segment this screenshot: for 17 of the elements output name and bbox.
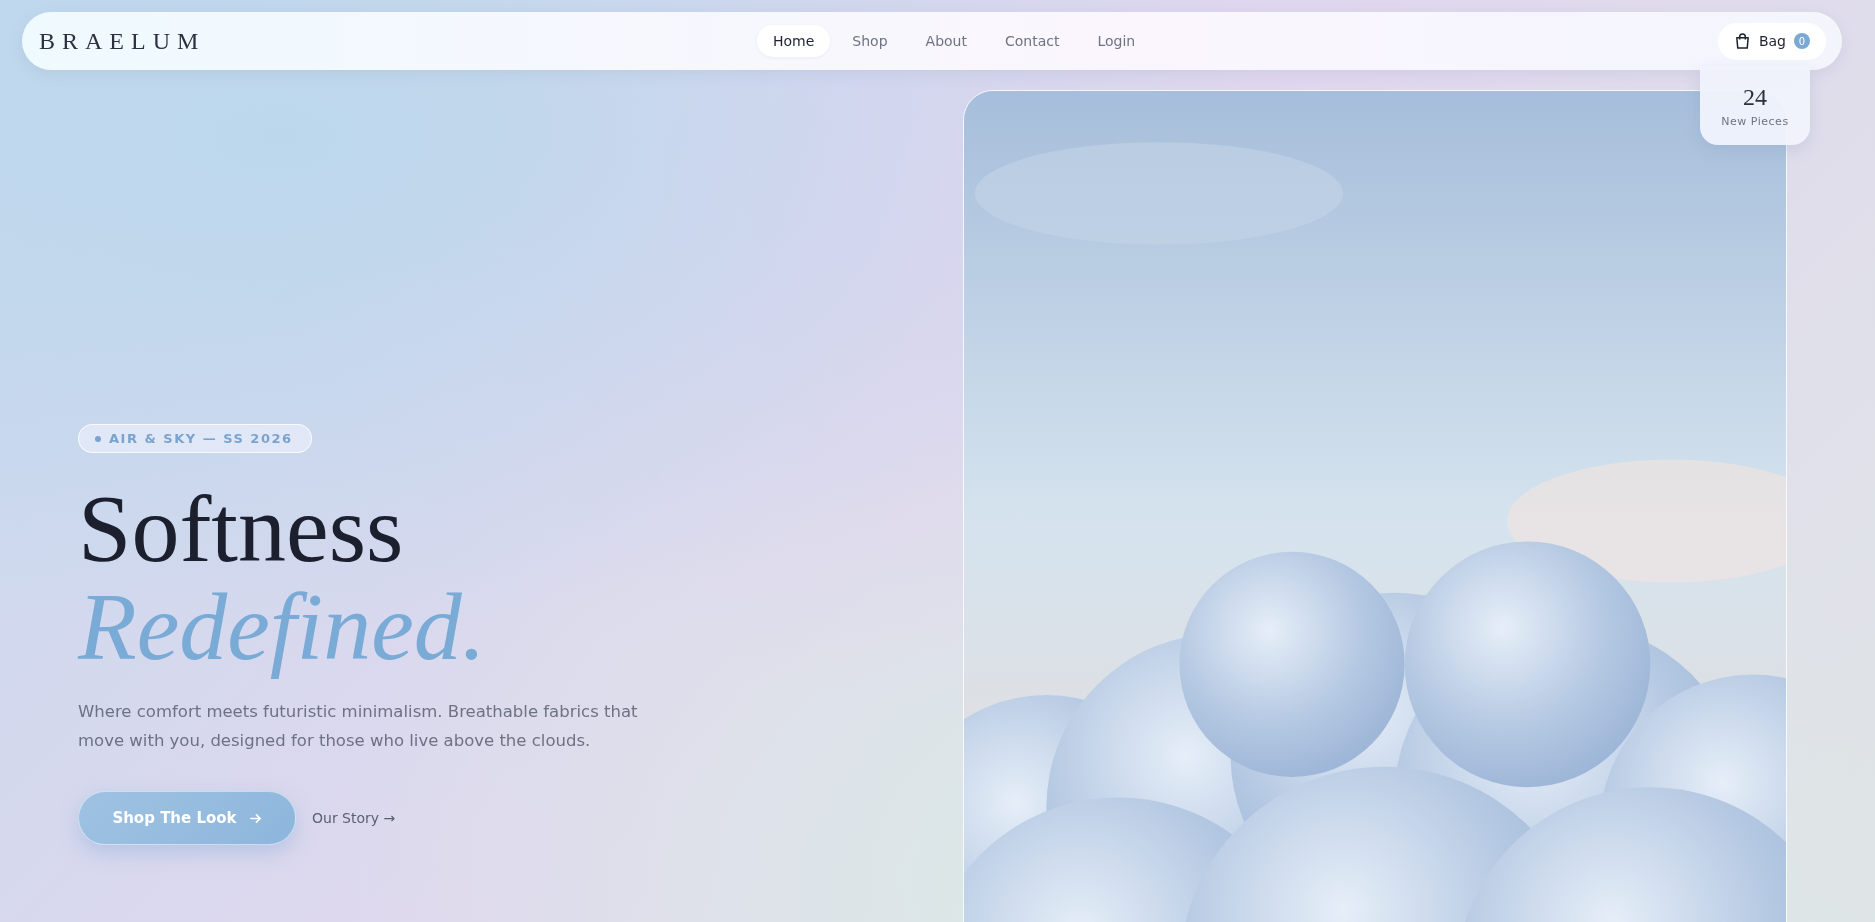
collection-tag-text: AIR & SKY — SS 2026 bbox=[109, 431, 293, 446]
brand-logo[interactable]: BRAELUM bbox=[39, 27, 206, 55]
bag-count-badge: 0 bbox=[1794, 33, 1810, 49]
nav-link[interactable]: Shop bbox=[836, 25, 904, 57]
nav-link[interactable]: Home bbox=[757, 25, 831, 57]
dot-icon bbox=[95, 435, 101, 442]
stat-label: New Pieces bbox=[1721, 114, 1789, 128]
bag-button[interactable]: Bag 0 bbox=[1717, 22, 1826, 60]
our-story-link[interactable]: Our Story → bbox=[312, 810, 396, 826]
stat-value: 24 bbox=[1743, 83, 1767, 111]
shopping-bag-icon bbox=[1733, 32, 1751, 50]
hero-description: Where comfort meets futuristic minimalism. Breathable fabrics that move with you, designed for those who live above the clouds. bbox=[78, 701, 638, 752]
nav-link[interactable]: About bbox=[909, 25, 983, 57]
hero-heading: Softness bbox=[78, 481, 405, 577]
arrow-right-icon bbox=[248, 811, 262, 825]
nav-link[interactable]: Login bbox=[1081, 25, 1152, 57]
nav-link[interactable]: Contact bbox=[988, 25, 1076, 57]
